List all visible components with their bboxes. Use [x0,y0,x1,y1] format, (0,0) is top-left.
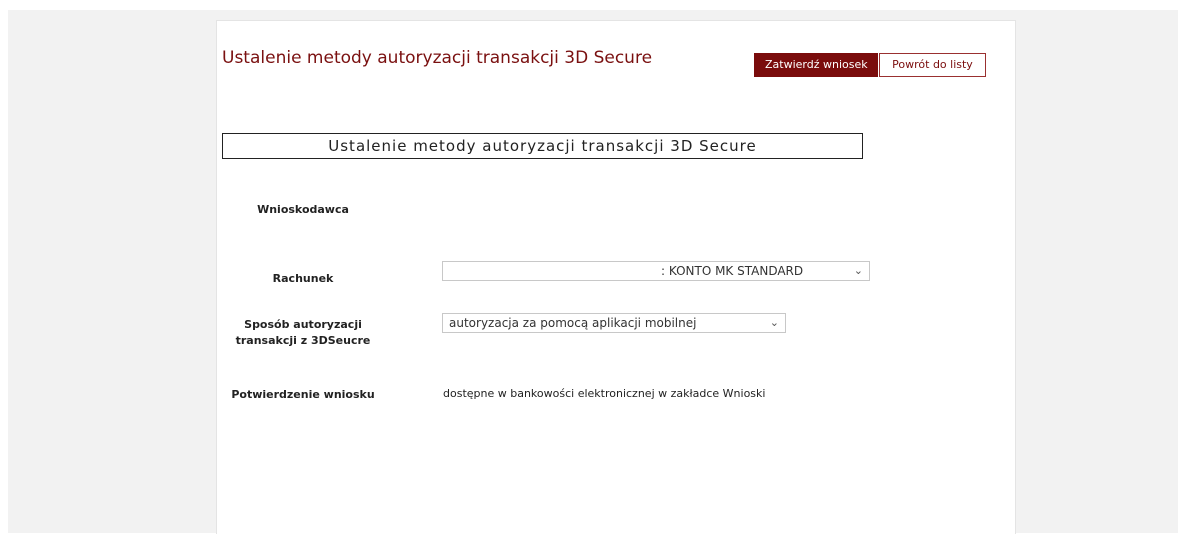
applicant-label: Wnioskodawca [257,203,349,216]
chevron-down-icon: ⌄ [769,316,779,329]
section-header: Ustalenie metody autoryzacji transakcji … [222,133,863,159]
auth-method-label: Sposób autoryzacji transakcji z 3DSeucre [235,318,371,347]
account-select[interactable]: : KONTO MK STANDARD ⌄ [442,261,870,281]
confirmation-label: Potwierdzenie wniosku [231,388,375,401]
account-select-value: : KONTO MK STANDARD [661,264,804,278]
auth-method-select-value: autoryzacja za pomocą aplikacji mobilnej [449,316,697,330]
account-label: Rachunek [272,272,334,285]
page-title: Ustalenie metody autoryzacji transakcji … [222,48,653,68]
confirm-request-button[interactable]: Zatwierdź wniosek [754,53,878,77]
form-card: Ustalenie metody autoryzacji transakcji … [216,20,1016,534]
auth-method-select[interactable]: autoryzacja za pomocą aplikacji mobilnej… [442,313,786,333]
section-title: Ustalenie metody autoryzacji transakcji … [328,137,757,155]
chevron-down-icon: ⌄ [853,264,863,277]
confirmation-value: dostępne w bankowości elektronicznej w z… [443,387,766,400]
back-to-list-button[interactable]: Powrót do listy [879,53,986,77]
